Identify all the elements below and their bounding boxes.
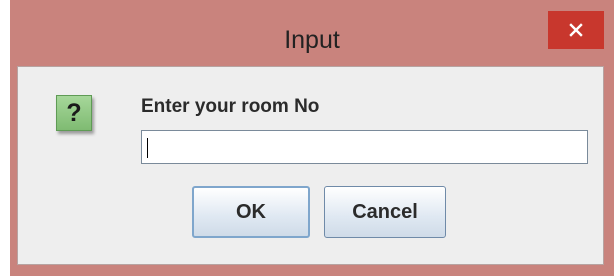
question-icon: ? — [56, 95, 92, 131]
close-button[interactable] — [548, 11, 604, 49]
input-dialog: Input ? Enter your room No OK Cancel — [10, 0, 614, 276]
dialog-title: Input — [284, 26, 340, 54]
room-number-input[interactable] — [141, 130, 588, 164]
title-bar[interactable]: Input — [10, 0, 614, 66]
text-caret — [147, 138, 148, 158]
dialog-content: ? Enter your room No OK Cancel — [17, 66, 604, 265]
cancel-button[interactable]: Cancel — [324, 186, 446, 238]
prompt-label: Enter your room No — [141, 96, 320, 117]
close-icon — [569, 23, 583, 37]
ok-button[interactable]: OK — [192, 186, 310, 238]
